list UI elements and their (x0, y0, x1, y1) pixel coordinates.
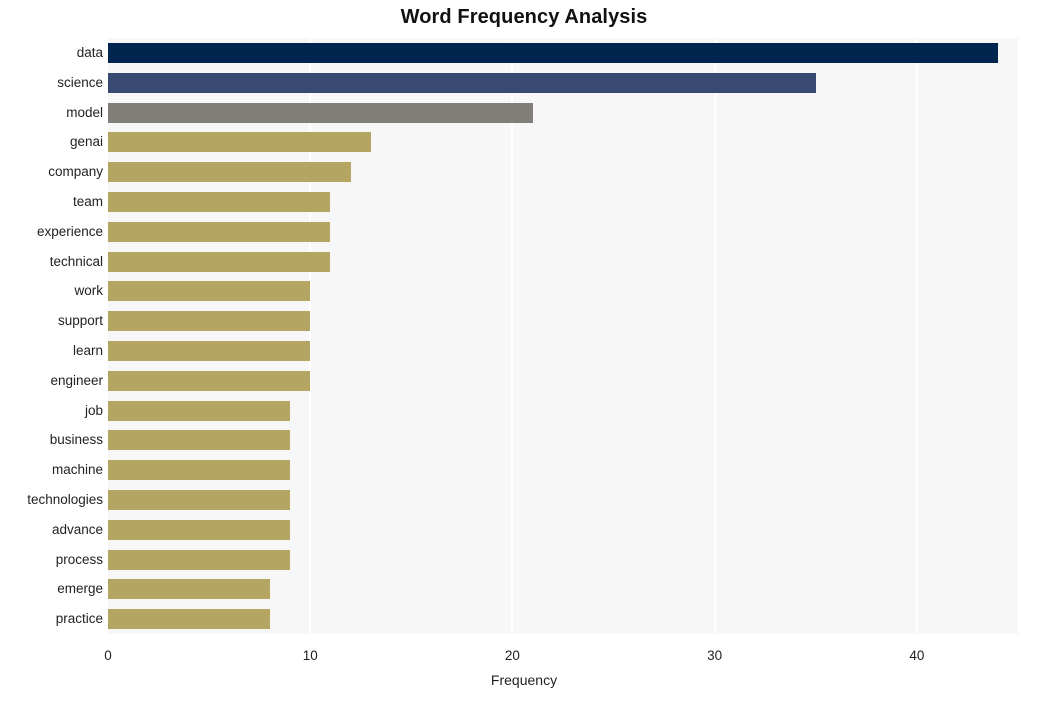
y-tick-label-emerge: emerge (57, 581, 103, 597)
y-tick-label-engineer: engineer (50, 372, 103, 388)
y-tick-label-science: science (57, 74, 103, 90)
bar-series (108, 38, 1018, 634)
bar-team (108, 191, 331, 212)
bar-technical (108, 251, 331, 272)
y-tick-label-experience: experience (36, 223, 103, 239)
y-tick-label-technologies: technologies (27, 491, 103, 507)
y-axis-category-labels: data science model genai company team experien… (0, 38, 103, 634)
y-tick-label-support: support (57, 313, 103, 329)
bar-genai (108, 132, 371, 153)
x-axis-title: Frequency (490, 672, 558, 688)
y-tick-label-company: company (48, 164, 103, 180)
y-tick-label-process: process (55, 551, 103, 567)
bar-science (108, 72, 816, 93)
y-tick-label-machine: machine (51, 462, 103, 478)
x-tick-label-40: 40 (909, 648, 925, 663)
bar-technologies (108, 489, 290, 510)
bar-learn (108, 340, 311, 361)
y-tick-label-work: work (74, 283, 103, 299)
x-tick-label-0: 0 (104, 648, 112, 663)
chart-title: Word Frequency Analysis (400, 6, 648, 28)
bar-data (108, 42, 998, 63)
bar-machine (108, 460, 290, 481)
x-tick-label-10: 10 (302, 648, 318, 663)
chart-figure: Word Frequency Analysis data science model… (0, 0, 1048, 701)
x-tick-label-30: 30 (707, 648, 723, 663)
y-tick-label-genai: genai (69, 134, 103, 150)
x-axis-ticks: 0 10 20 30 40 (104, 634, 1018, 664)
bar-job (108, 400, 290, 421)
y-tick-label-team: team (72, 193, 103, 209)
bar-business (108, 430, 290, 451)
y-tick-label-technical: technical (49, 253, 103, 269)
bar-support (108, 311, 311, 332)
y-tick-label-model: model (66, 104, 103, 120)
y-tick-label-data: data (76, 44, 103, 60)
bar-company (108, 162, 351, 183)
bar-experience (108, 221, 331, 242)
bar-engineer (108, 370, 311, 391)
bar-advance (108, 519, 290, 540)
x-tick-label-20: 20 (504, 648, 520, 663)
bar-model (108, 102, 533, 123)
y-tick-label-job: job (84, 402, 103, 418)
bar-work (108, 281, 311, 302)
plot-area (108, 38, 1018, 634)
y-tick-label-practice: practice (55, 611, 103, 627)
y-tick-label-learn: learn (72, 342, 103, 358)
bar-process (108, 549, 290, 570)
y-tick-label-advance: advance (51, 521, 103, 537)
bar-emerge (108, 579, 270, 600)
y-tick-label-business: business (49, 432, 103, 448)
bar-practice (108, 609, 270, 630)
